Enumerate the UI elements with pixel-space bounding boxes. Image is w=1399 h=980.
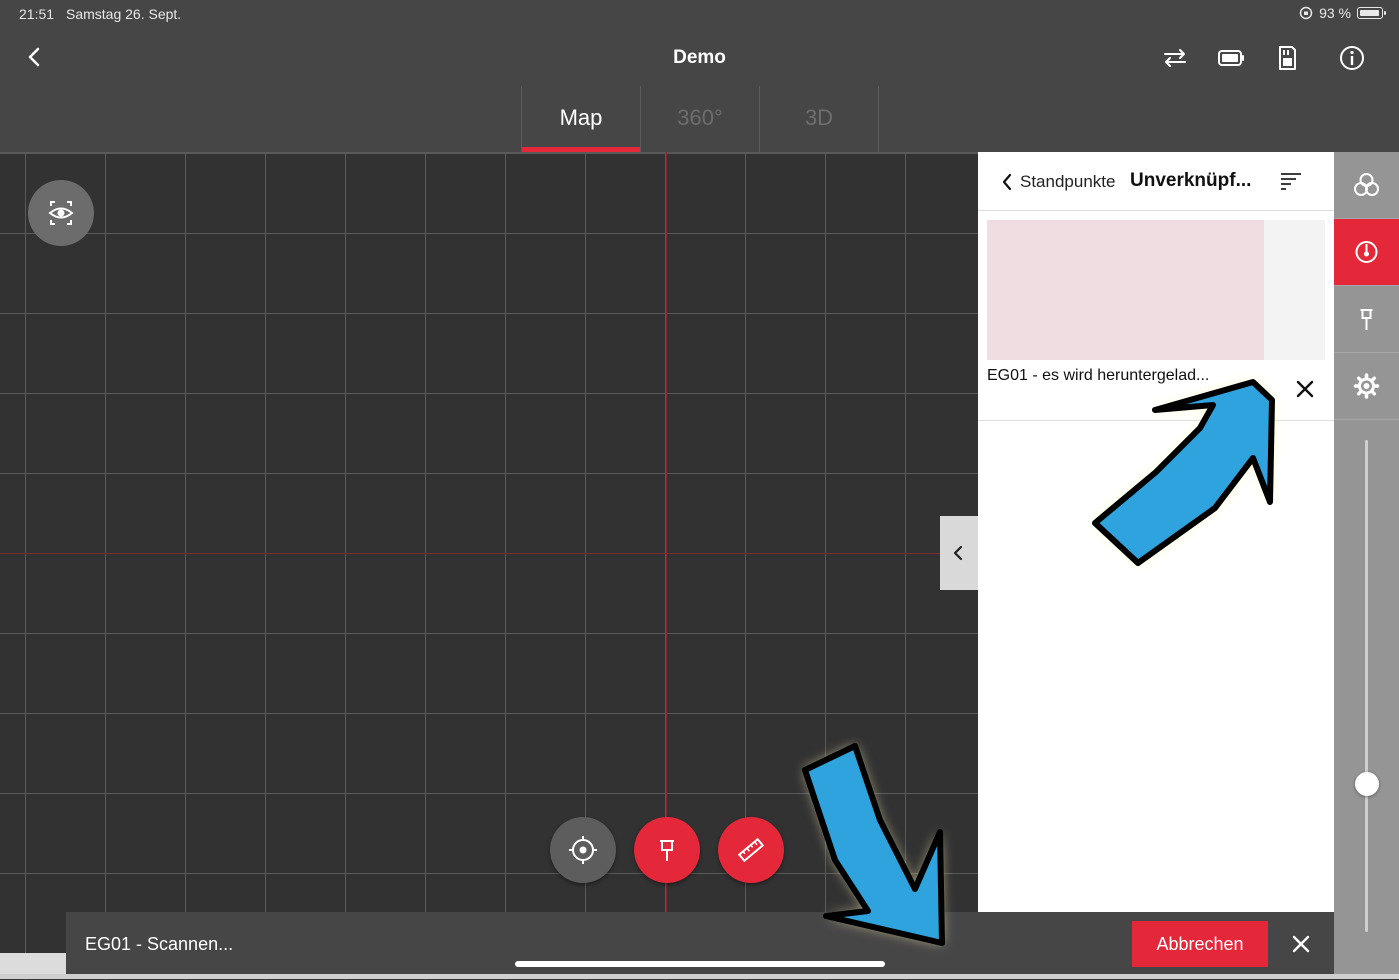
tab-360-label: 360°: [677, 105, 723, 130]
view-icon: [48, 201, 74, 225]
locate-button[interactable]: [550, 817, 616, 883]
close-icon[interactable]: [1291, 934, 1311, 954]
status-time: 21:51: [19, 6, 55, 22]
tab-360[interactable]: 360°: [640, 86, 759, 152]
status-right: 93 %: [1299, 5, 1386, 21]
info-icon[interactable]: [1337, 43, 1367, 73]
chevron-left-icon: [953, 545, 963, 561]
station-thumbnail[interactable]: [987, 220, 1325, 360]
map-axis-horizontal: [0, 553, 940, 554]
breadcrumb[interactable]: Standpunkte: [1020, 172, 1115, 192]
close-icon[interactable]: [1294, 378, 1316, 400]
compass-icon: [1355, 241, 1378, 263]
cancel-button[interactable]: Abbrechen: [1132, 921, 1268, 967]
settings-icon: [1353, 373, 1380, 399]
chevron-left-icon[interactable]: [1000, 172, 1014, 192]
add-pin-button[interactable]: [634, 817, 700, 883]
map-axis-vertical: [666, 152, 667, 912]
tab-map-label: Map: [559, 105, 603, 130]
tab-map[interactable]: Map: [521, 86, 640, 152]
scan-status-text: EG01 - Scannen...: [85, 934, 234, 954]
home-indicator: [515, 961, 885, 967]
orientation-lock-icon: [1299, 6, 1313, 20]
pin-icon: [1360, 309, 1373, 330]
locate-icon: [569, 836, 597, 864]
panel-collapse-tab[interactable]: [940, 516, 978, 590]
stations-panel: Standpunkte Unverknüpf... EG01 - es wird…: [978, 152, 1334, 912]
zoom-slider-track[interactable]: [1365, 440, 1368, 932]
measure-button[interactable]: [718, 817, 784, 883]
battery-icon: [1357, 7, 1386, 19]
pin-icon: [660, 840, 674, 861]
pins-button[interactable]: [1334, 286, 1399, 353]
measure-icon: [737, 837, 765, 863]
tab-3d[interactable]: 3D: [759, 86, 879, 152]
status-bar: 21:51 Samstag 26. Sept. 93 %: [0, 0, 1399, 30]
tab-3d-label: 3D: [804, 105, 834, 130]
station-item-label: EG01 - es wird heruntergelad...: [987, 367, 1210, 384]
app-header: Demo Map 360° 3D: [0, 30, 1399, 152]
map-canvas[interactable]: [0, 152, 978, 980]
view-tabs: Map 360° 3D: [521, 86, 879, 152]
layers-icon: [1354, 173, 1379, 196]
swap-icon[interactable]: [1160, 43, 1190, 73]
divider: [978, 420, 1334, 421]
settings-button[interactable]: [1334, 353, 1399, 420]
download-progress-fill: [987, 220, 1265, 360]
battery-status-icon[interactable]: [1216, 43, 1246, 73]
layers-button[interactable]: [1334, 152, 1399, 219]
stations-button[interactable]: [1334, 219, 1399, 286]
sort-icon[interactable]: [1278, 170, 1304, 194]
status-date: Samstag 26. Sept.: [66, 6, 182, 22]
panel-title: Unverknüpf...: [1130, 170, 1252, 191]
bottom-edge-strip: [0, 974, 1399, 979]
battery-percent: 93 %: [1319, 5, 1351, 21]
panel-header: Standpunkte Unverknüpf...: [978, 152, 1334, 211]
sd-card-icon[interactable]: [1272, 43, 1302, 73]
view-toggle-button[interactable]: [28, 180, 94, 246]
